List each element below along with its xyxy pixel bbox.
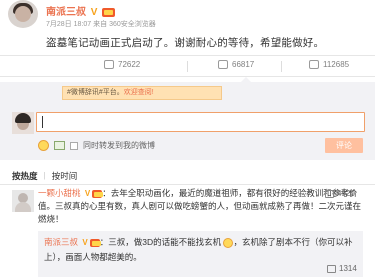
divider <box>0 184 375 185</box>
submit-comment-button[interactable]: 评论 <box>325 138 363 153</box>
like-icon <box>309 60 319 69</box>
like-count: 112685 <box>323 60 350 69</box>
sync-repost-label[interactable]: 同时转发到我的微博 <box>83 140 155 151</box>
author-avatar[interactable] <box>8 0 38 28</box>
member-badge-icon <box>92 189 104 198</box>
reply-author[interactable]: 南派三叔 <box>44 237 78 247</box>
comment-sort-tabs: 按热度 | 按时间 <box>12 170 77 182</box>
verified-badge-icon: V <box>82 238 88 247</box>
post-source-prefix: 来自 <box>93 21 108 28</box>
comment-icon <box>218 60 228 69</box>
reply-body-a: ：三叔，做3D的话能不能找玄机 <box>99 237 222 247</box>
tab-divider: | <box>43 170 46 180</box>
comment-input[interactable] <box>36 112 365 132</box>
reply-text: 南派三叔 V ：三叔，做3D的话能不能找玄机 ，玄机除了剧本不行（你可以补上），画… <box>44 235 354 264</box>
thumbs-up-icon <box>325 189 334 198</box>
post-meta: 7月28日 18:07 来自 360安全浏览器 <box>46 19 156 29</box>
post-text: 盗墓笔记动画正式启动了。谢谢耐心的等待，希望能做好。 <box>46 37 325 49</box>
repost-icon <box>104 60 114 69</box>
member-badge-icon <box>102 7 116 17</box>
repost-count: 72622 <box>118 60 141 69</box>
text-caret <box>42 116 43 128</box>
commenter-name[interactable]: 一颗小甜桃 <box>38 188 81 198</box>
reply-like-button[interactable]: 1314 <box>327 264 357 273</box>
topics-link[interactable]: 欢迎查阅! <box>124 89 154 96</box>
divider <box>187 61 188 72</box>
post-author[interactable]: 南派三叔 V <box>46 3 116 18</box>
commenter-avatar[interactable] <box>12 190 34 212</box>
post-date[interactable]: 7月28日 18:07 <box>46 21 91 28</box>
tab-hot[interactable]: 按热度 <box>12 170 38 182</box>
comment-text: 一颗小甜桃 V ：去年全职动画化，最近的魔道祖师，都有很好的经验教训和参考价值。三… <box>38 187 368 226</box>
composer-tools: 同时转发到我的微博 <box>38 140 155 151</box>
member-badge-icon <box>89 238 101 247</box>
comment-like-button[interactable]: 4920 <box>325 189 355 198</box>
image-icon[interactable] <box>54 141 65 150</box>
topics-text: #微博辞讯#平台。 <box>67 89 124 96</box>
thumbs-up-icon <box>327 264 336 273</box>
comment-like-count: 4920 <box>337 189 355 198</box>
post-actions-bar: 72622 66817 112685 <box>0 55 375 77</box>
reply-like-count: 1314 <box>339 264 357 273</box>
repost-button[interactable]: 72622 <box>104 60 140 69</box>
sync-repost-checkbox[interactable] <box>70 141 78 150</box>
comment-count: 66817 <box>232 60 255 69</box>
divider <box>281 61 282 72</box>
emoji-icon[interactable] <box>38 140 49 151</box>
my-avatar <box>12 112 34 134</box>
verified-badge-icon: V <box>90 7 98 18</box>
tab-time[interactable]: 按时间 <box>52 170 78 182</box>
post-source: 360安全浏览器 <box>109 21 156 28</box>
topics-banner: #微博辞讯#平台。欢迎查阅! <box>62 86 222 100</box>
verified-badge-icon: V <box>84 189 91 198</box>
smile-emoji-icon <box>223 237 234 248</box>
post-author-name[interactable]: 南派三叔 <box>46 7 86 18</box>
like-button[interactable]: 112685 <box>309 60 349 69</box>
comment-button[interactable]: 66817 <box>218 60 254 69</box>
